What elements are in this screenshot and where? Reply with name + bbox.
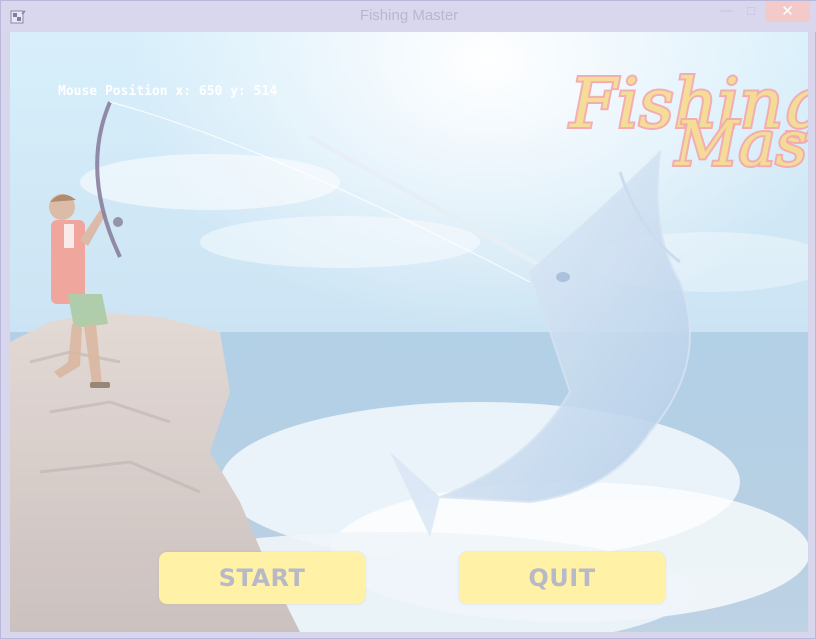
background-scene: Fishing Mas — [10, 32, 808, 632]
game-canvas[interactable]: Fishing Mas Mouse Position x: 650 y: 514… — [10, 32, 808, 632]
title-bar[interactable]: Fishing Master ↔ — ☐ ✕ — [1, 1, 816, 32]
window-title: Fishing Master — [359, 7, 459, 24]
maximize-button[interactable]: ☐ — [734, 1, 768, 22]
mouse-position-readout: Mouse Position x: 650 y: 514 — [58, 84, 278, 99]
app-window: Fishing Master ↔ — ☐ ✕ Fishing Mas Mouse… — [0, 0, 816, 639]
resize-arrows-icon[interactable]: ↔ — [651, 1, 689, 22]
quit-button[interactable]: QUIT — [459, 552, 665, 604]
close-button[interactable]: ✕ — [765, 1, 810, 22]
start-button[interactable]: START — [159, 552, 365, 604]
